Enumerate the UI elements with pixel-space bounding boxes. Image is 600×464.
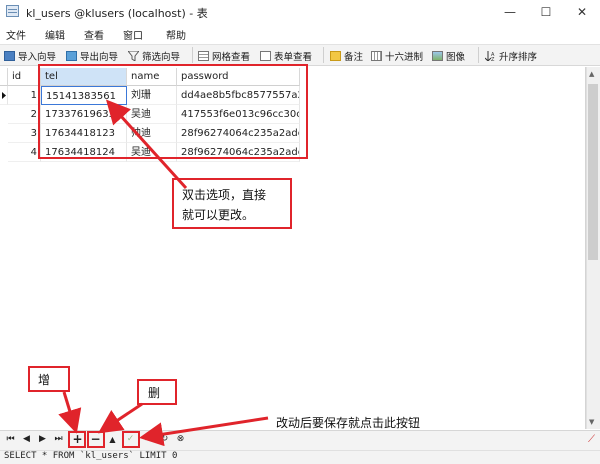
annotation-arrows <box>58 99 269 447</box>
save-arrow <box>139 416 269 447</box>
add-arrow <box>58 391 82 434</box>
edit-hint-arrow <box>105 99 188 190</box>
delete-arrow <box>98 402 143 434</box>
